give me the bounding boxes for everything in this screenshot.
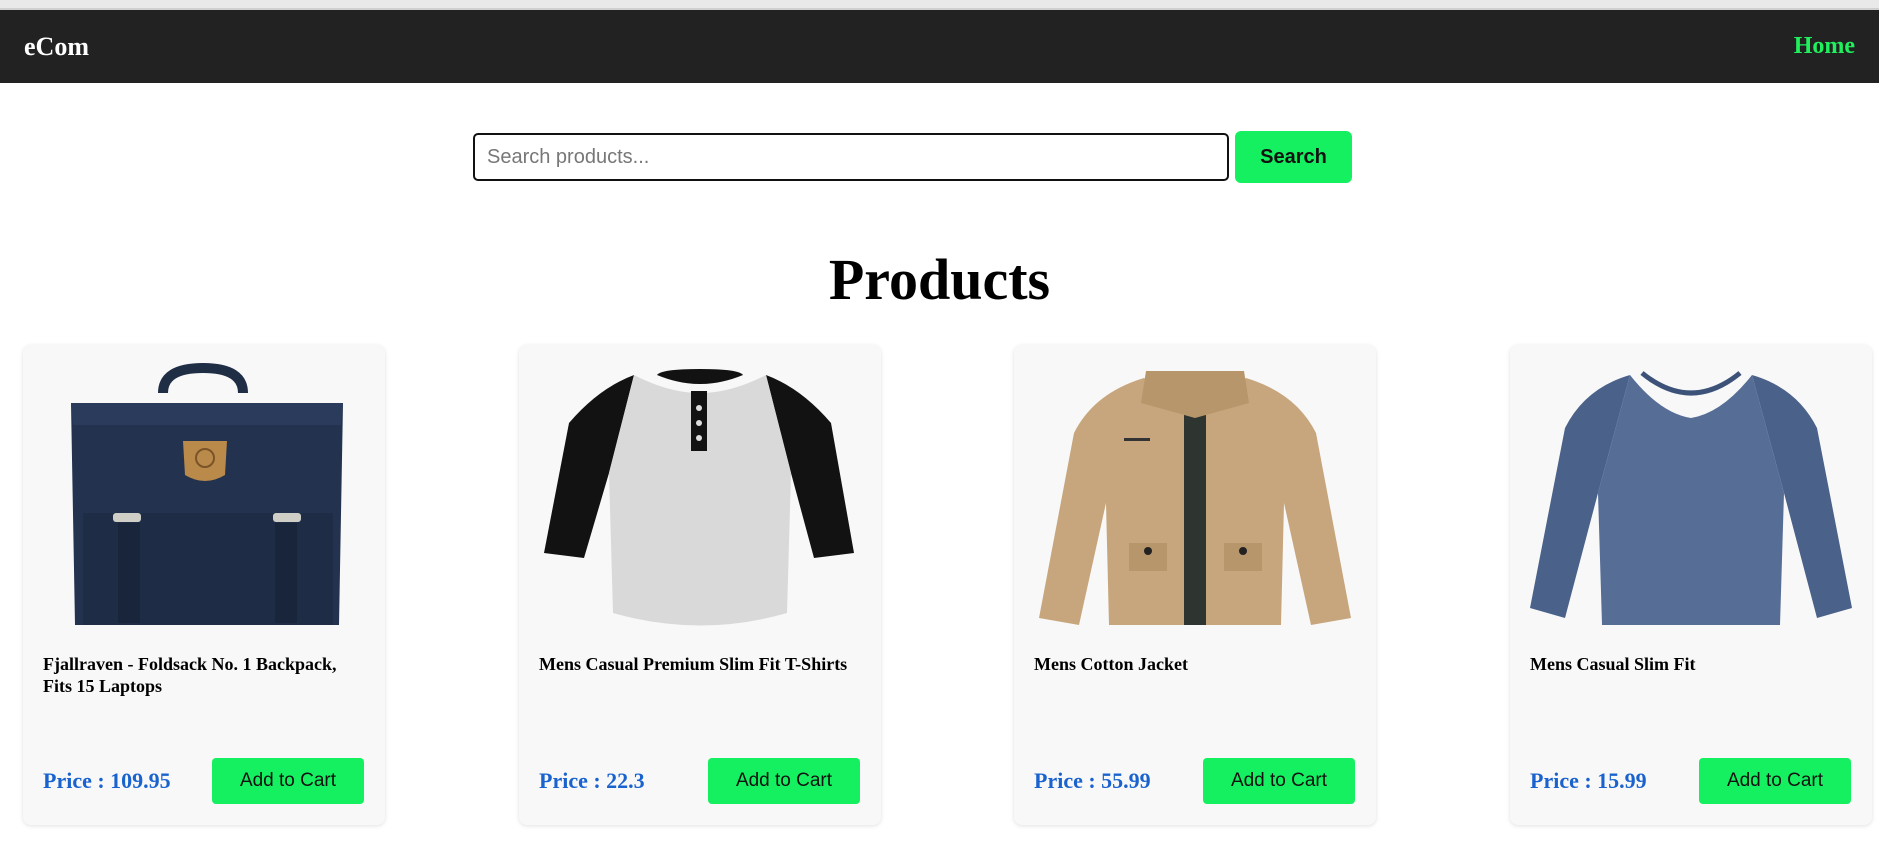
longsleeve-image[interactable] xyxy=(1530,363,1852,628)
product-title[interactable]: Mens Cotton Jacket xyxy=(1034,653,1356,675)
backpack-image[interactable] xyxy=(43,363,365,628)
product-title[interactable]: Fjallraven - Foldsack No. 1 Backpack, Fi… xyxy=(43,653,365,697)
add-to-cart-button[interactable]: Add to Cart xyxy=(212,758,364,804)
product-card: Mens Casual Slim Fit Price : 15.99 Add t… xyxy=(1510,345,1872,825)
product-price: Price : 22.3 xyxy=(539,768,645,793)
browser-top-strip xyxy=(0,0,1879,10)
product-title[interactable]: Mens Casual Premium Slim Fit T-Shirts xyxy=(539,653,861,675)
tshirt-image[interactable] xyxy=(539,363,861,628)
add-to-cart-button[interactable]: Add to Cart xyxy=(1699,758,1851,804)
search-bar: Search xyxy=(473,131,1352,183)
add-to-cart-button[interactable]: Add to Cart xyxy=(1203,758,1355,804)
nav-home-link[interactable]: Home xyxy=(1794,33,1855,60)
search-button[interactable]: Search xyxy=(1235,131,1352,183)
page-title: Products xyxy=(828,247,1051,312)
tshirt-icon xyxy=(544,369,854,626)
search-input[interactable] xyxy=(473,133,1229,181)
product-card: Mens Casual Premium Slim Fit T-Shirts Pr… xyxy=(519,345,881,825)
jacket-icon xyxy=(1039,371,1351,625)
longsleeve-shirt-icon xyxy=(1530,371,1852,625)
product-price: Price : 109.95 xyxy=(43,768,171,793)
product-card: Fjallraven - Foldsack No. 1 Backpack, Fi… xyxy=(23,345,385,825)
product-title[interactable]: Mens Casual Slim Fit xyxy=(1530,653,1852,675)
product-price: Price : 15.99 xyxy=(1530,768,1647,793)
backpack-icon xyxy=(71,363,343,625)
add-to-cart-button[interactable]: Add to Cart xyxy=(708,758,860,804)
product-grid: Fjallraven - Foldsack No. 1 Backpack, Fi… xyxy=(0,345,1879,825)
product-price: Price : 55.99 xyxy=(1034,768,1151,793)
jacket-image[interactable] xyxy=(1034,363,1356,628)
product-card: Mens Cotton Jacket Price : 55.99 Add to … xyxy=(1014,345,1376,825)
brand-logo[interactable]: eCom xyxy=(24,32,89,62)
navbar: eCom Home xyxy=(0,10,1879,83)
